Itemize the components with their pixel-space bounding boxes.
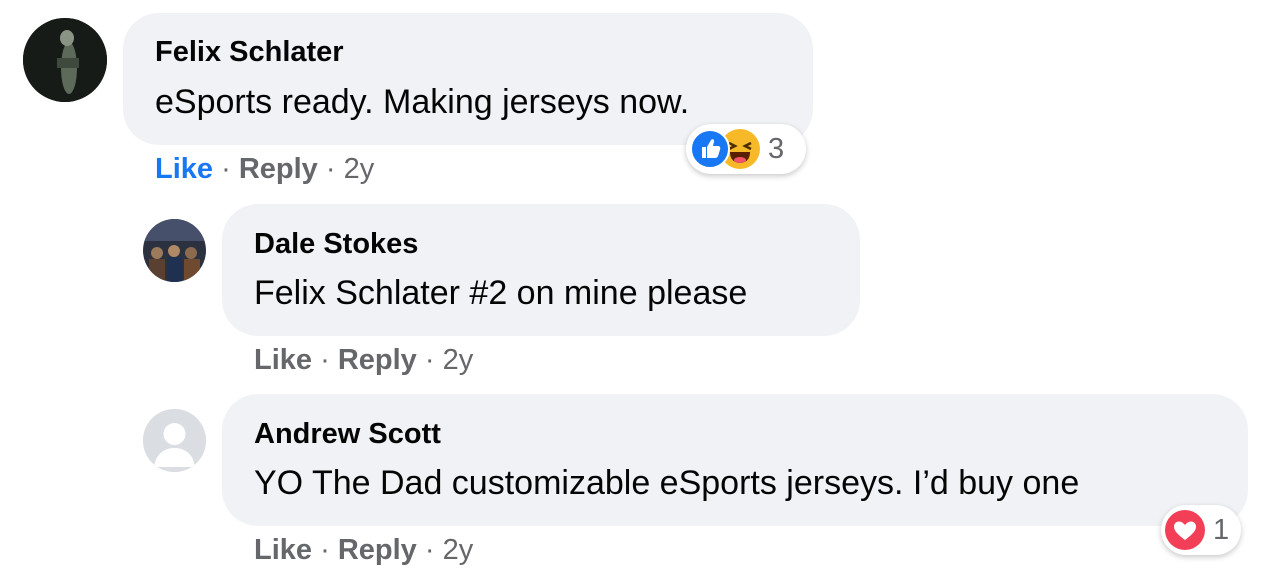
- comment-author[interactable]: Andrew Scott: [254, 417, 441, 451]
- like-button[interactable]: Like: [254, 344, 312, 376]
- avatar-felix[interactable]: [23, 18, 107, 102]
- avatar-felix-image: [23, 18, 107, 102]
- comment-text: YO The Dad customizable eSports jerseys.…: [254, 464, 1080, 502]
- reaction-summary[interactable]: 3: [686, 124, 806, 174]
- comment-text: Felix Schlater #2 on mine please: [254, 274, 748, 312]
- avatar-andrew[interactable]: [143, 409, 206, 472]
- comment-author[interactable]: Dale Stokes: [254, 227, 418, 261]
- like-button[interactable]: Like: [254, 534, 312, 566]
- separator: ·: [221, 153, 239, 185]
- default-avatar-icon: [143, 409, 206, 472]
- comment-timestamp[interactable]: 2y: [443, 534, 474, 566]
- comment-actions: Like · Reply · 2y: [155, 152, 374, 186]
- separator: ·: [424, 534, 443, 566]
- comment-bubble: [222, 394, 1248, 526]
- like-icon: [690, 129, 730, 169]
- reaction-summary[interactable]: 1: [1161, 505, 1241, 555]
- love-icon: [1165, 510, 1205, 550]
- reaction-count: 3: [768, 133, 785, 165]
- separator: ·: [424, 344, 443, 376]
- comment-timestamp[interactable]: 2y: [344, 153, 375, 185]
- comment-actions: Like · Reply · 2y: [254, 343, 473, 377]
- comment-andrew: Andrew Scott YO The Dad customizable eSp…: [0, 380, 1264, 587]
- comment-author[interactable]: Felix Schlater: [155, 35, 344, 69]
- comment-felix: Felix Schlater eSports ready. Making jer…: [0, 0, 1264, 190]
- separator: ·: [325, 153, 344, 185]
- separator: ·: [320, 344, 338, 376]
- reaction-count: 1: [1213, 514, 1230, 546]
- avatar-dale-image: [143, 219, 206, 282]
- comment-text: eSports ready. Making jerseys now.: [155, 83, 690, 121]
- comment-bubble: [222, 204, 860, 336]
- avatar-dale[interactable]: [143, 219, 206, 282]
- comment-dale: Dale Stokes Felix Schlater #2 on mine pl…: [0, 190, 1264, 380]
- like-button[interactable]: Like: [155, 153, 213, 185]
- separator: ·: [320, 534, 338, 566]
- reply-button[interactable]: Reply: [239, 153, 318, 185]
- comment-timestamp[interactable]: 2y: [443, 344, 474, 376]
- reply-button[interactable]: Reply: [338, 344, 417, 376]
- comment-actions: Like · Reply · 2y: [254, 533, 473, 567]
- reply-button[interactable]: Reply: [338, 534, 417, 566]
